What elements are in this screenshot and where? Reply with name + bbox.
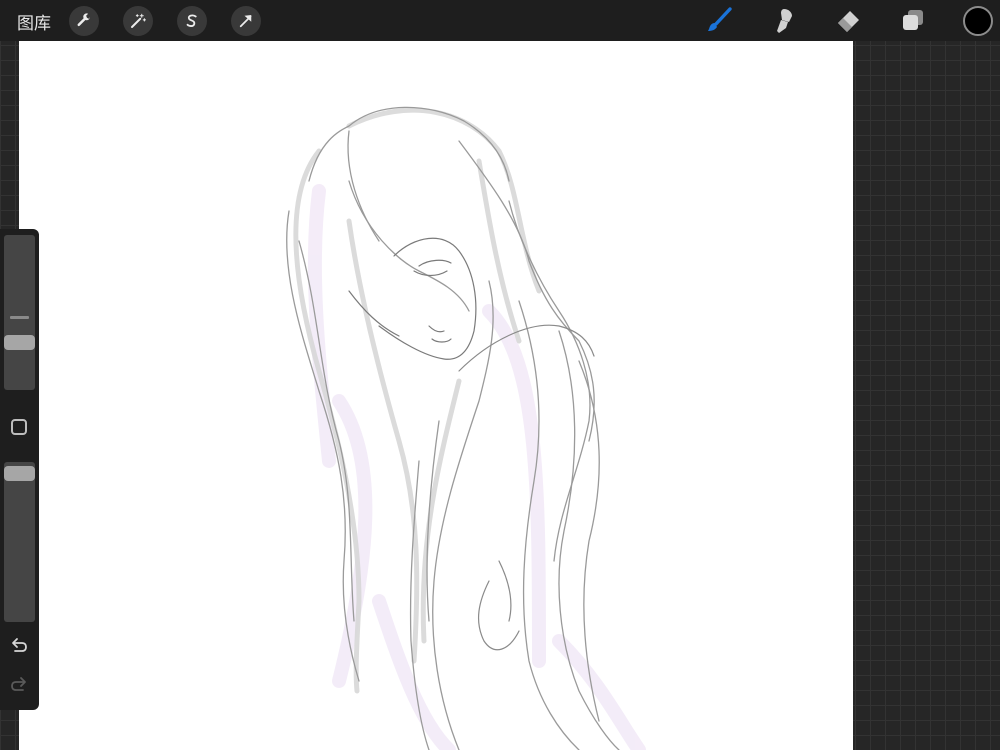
opacity-slider[interactable]: [4, 462, 35, 622]
eraser-tool-button[interactable]: [833, 5, 863, 35]
magic-wand-icon: [131, 13, 147, 28]
brush-size-thumb[interactable]: [4, 335, 35, 350]
smudge-tool-button[interactable]: [768, 5, 798, 35]
color-picker-button[interactable]: [963, 6, 993, 36]
drawing-canvas[interactable]: [19, 41, 853, 750]
adjustments-button[interactable]: [123, 6, 153, 36]
layers-icon: [903, 10, 923, 30]
gallery-button[interactable]: 图库: [17, 9, 51, 34]
smudge-icon: [777, 9, 792, 33]
top-toolbar: 图库: [0, 0, 1000, 41]
selection-button[interactable]: [177, 6, 207, 36]
sketch-drawing: [286, 106, 646, 750]
transform-arrow-icon: [239, 15, 252, 28]
undo-icon[interactable]: [8, 635, 30, 657]
actions-button[interactable]: [69, 6, 99, 36]
brush-icon: [708, 7, 732, 31]
opacity-thumb[interactable]: [4, 466, 35, 481]
layers-button[interactable]: [898, 5, 928, 35]
brush-size-indicator: [10, 316, 29, 319]
modify-button[interactable]: [11, 419, 27, 435]
redo-icon[interactable]: [8, 674, 30, 696]
transform-button[interactable]: [231, 6, 261, 36]
wrench-icon: [77, 13, 90, 27]
left-sidebar: [0, 229, 39, 710]
brush-size-slider[interactable]: [4, 235, 35, 390]
selection-icon: [186, 14, 197, 27]
eraser-icon: [838, 11, 859, 32]
brush-tool-button[interactable]: [704, 5, 734, 35]
